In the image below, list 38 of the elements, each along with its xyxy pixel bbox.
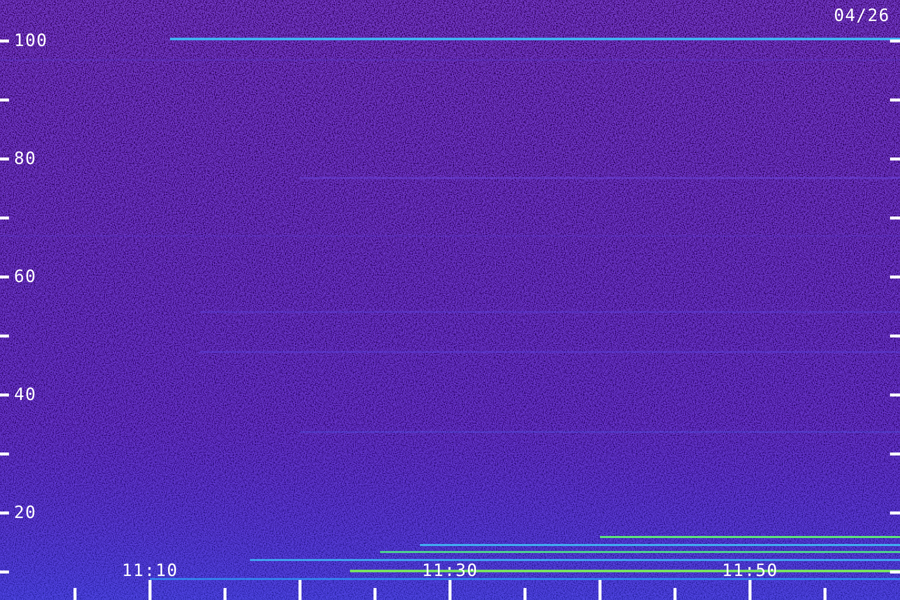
tick-mark: [890, 216, 900, 220]
tick-mark: [0, 40, 9, 42]
tick-mark: [298, 580, 302, 600]
tick-mark: [598, 580, 602, 600]
tick-mark: [374, 588, 376, 600]
tick-mark: [890, 512, 900, 514]
tick-mark: [148, 580, 152, 600]
tick-mark: [890, 158, 900, 160]
tick-mark: [890, 334, 900, 338]
tick-mark: [74, 588, 76, 600]
tick-mark: [0, 158, 9, 160]
tick-mark: [0, 98, 9, 102]
date-label: 04/26: [834, 6, 890, 26]
tick-mark: [890, 452, 900, 456]
tick-mark: [0, 216, 9, 220]
tick-mark: [524, 588, 526, 600]
tick-mark: [0, 394, 9, 396]
tick-mark: [0, 334, 9, 338]
tick-mark: [748, 580, 752, 600]
tick-mark: [890, 276, 900, 278]
tick-mark: [0, 570, 9, 574]
tick-mark: [824, 588, 826, 600]
frequency-axis-label: 80: [14, 149, 36, 169]
tick-mark: [0, 276, 9, 278]
time-axis-label: 11:10: [122, 561, 178, 581]
frequency-axis-label: 60: [14, 267, 36, 287]
frequency-axis-label: 100: [14, 31, 48, 51]
tick-mark: [0, 452, 9, 456]
tick-mark: [890, 98, 900, 102]
tick-mark: [890, 394, 900, 396]
tick-mark: [448, 580, 452, 600]
tick-mark: [0, 512, 9, 514]
frequency-axis-label: 20: [14, 503, 36, 523]
frequency-axis-label: 40: [14, 385, 36, 405]
tick-mark: [890, 40, 900, 42]
tick-mark: [890, 570, 900, 574]
tick-mark: [224, 588, 226, 600]
tick-mark: [674, 588, 676, 600]
